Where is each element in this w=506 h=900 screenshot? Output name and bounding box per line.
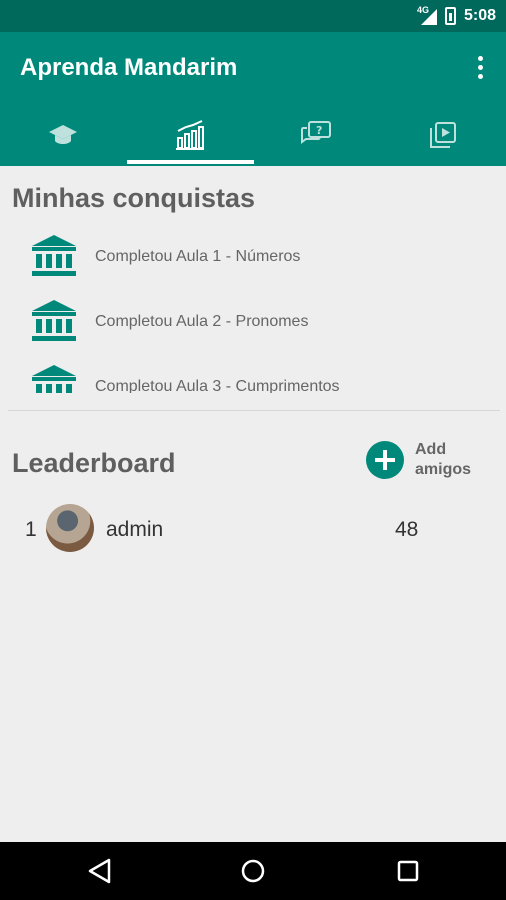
score: 48: [395, 518, 419, 541]
leaderboard-title: Leaderboard: [12, 448, 176, 478]
status-bar: 4G 5:08: [0, 0, 506, 32]
back-icon[interactable]: [85, 856, 115, 886]
achievements-title: Minhas conquistas: [12, 183, 256, 213]
avatar: [46, 504, 94, 552]
list-item[interactable]: Completou Aula 3 - Cumprimentos: [0, 357, 506, 393]
recents-icon[interactable]: [393, 856, 423, 886]
list-item[interactable]: Completou Aula 2 - Pronomes: [0, 292, 506, 352]
overflow-menu-icon[interactable]: [468, 52, 492, 82]
quiz-chat-icon: ?: [301, 121, 332, 144]
institution-icon: [32, 365, 76, 393]
signal-icon: 4G: [417, 5, 437, 25]
institution-icon: [32, 300, 76, 341]
achievement-label: Completou Aula 2 - Pronomes: [95, 313, 309, 330]
network-type: 4G: [416, 5, 429, 15]
tab-lessons[interactable]: [0, 104, 127, 166]
tab-bar: ?: [0, 104, 506, 166]
graduation-cap-icon: [49, 125, 78, 144]
tab-quiz[interactable]: ?: [253, 104, 380, 166]
battery-icon: [444, 7, 456, 25]
list-item[interactable]: Completou Aula 1 - Números: [0, 227, 506, 287]
app-bar: Aprenda Mandarim ?: [0, 32, 506, 166]
leaderboard-chart-icon: [175, 120, 204, 150]
add-friends-button[interactable]: Add amigos: [366, 440, 495, 480]
achievements-list[interactable]: Completou Aula 1 - Números Completou Aul…: [0, 225, 506, 393]
tab-videos[interactable]: [380, 104, 506, 166]
tab-indicator: [127, 160, 254, 164]
add-circle-icon: [366, 441, 404, 479]
app-title: Aprenda Mandarim: [20, 54, 238, 81]
clock: 5:08: [463, 7, 496, 24]
add-friends-label: Add amigos: [415, 441, 472, 478]
leaderboard-row[interactable]: 1 admin 48: [0, 502, 506, 554]
achievement-label: Completou Aula 1 - Números: [95, 248, 301, 265]
user-name: admin: [106, 518, 164, 541]
system-nav-bar: [0, 842, 506, 900]
institution-icon: [32, 235, 76, 276]
home-icon[interactable]: [238, 856, 268, 886]
tab-leaderboard[interactable]: [127, 104, 254, 166]
achievement-label: Completou Aula 3 - Cumprimentos: [95, 378, 340, 393]
rank: 1: [25, 518, 37, 541]
svg-text:?: ?: [316, 124, 322, 137]
divider: [8, 410, 500, 411]
video-library-icon: [429, 122, 456, 148]
